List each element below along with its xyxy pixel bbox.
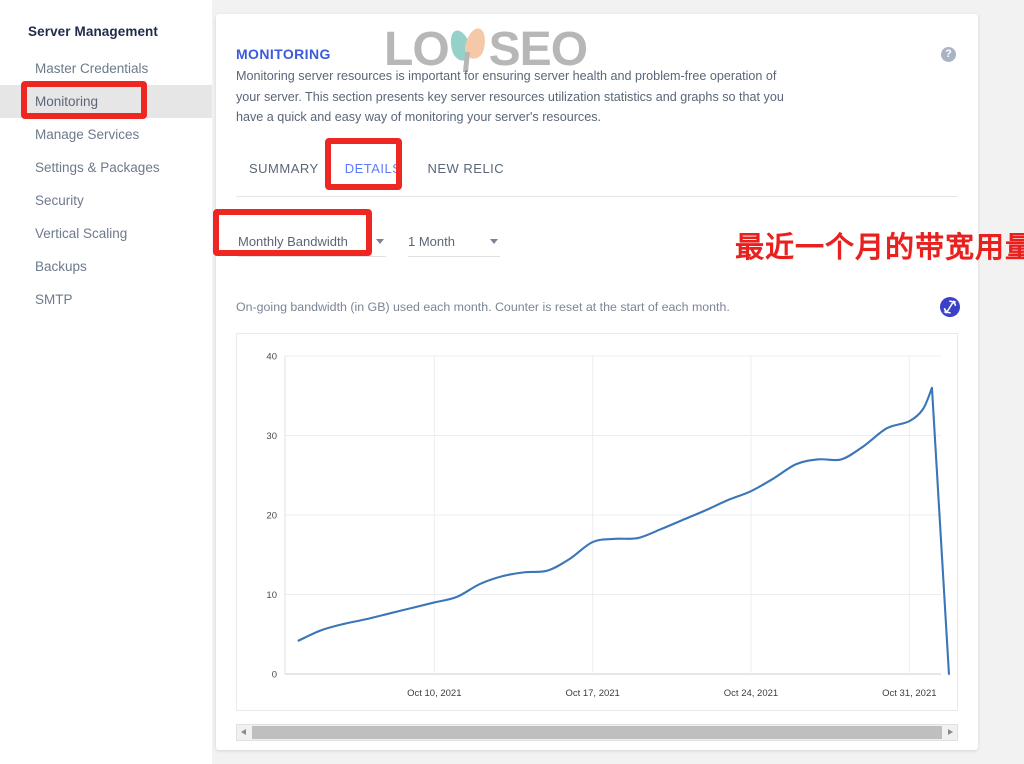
sidebar-item-manage-services[interactable]: Manage Services bbox=[0, 118, 212, 151]
tab-bar: SUMMARY DETAILS NEW RELIC bbox=[236, 154, 958, 197]
sidebar-item-label: Manage Services bbox=[35, 127, 140, 142]
sidebar-item-vertical-scaling[interactable]: Vertical Scaling bbox=[0, 217, 212, 250]
chart-x-axis-ticks: Oct 10, 2021 Oct 17, 2021 Oct 24, 2021 Oct … bbox=[407, 688, 936, 699]
tab-details[interactable]: DETAILS bbox=[332, 154, 415, 176]
tab-label: SUMMARY bbox=[249, 161, 319, 176]
monitoring-panel: MONITORING LO SEO ? Monitoring server re… bbox=[216, 14, 1024, 750]
sidebar-item-label: Settings & Packages bbox=[35, 160, 160, 175]
sidebar-item-label: SMTP bbox=[35, 292, 73, 307]
chart-gridlines bbox=[284, 355, 941, 675]
bandwidth-line-chart[interactable]: 0 10 20 30 40 Oct 10, 2021 Oct 17, 2021 Oct 24… bbox=[237, 334, 957, 710]
logo-petal-left bbox=[446, 27, 474, 64]
metric-select[interactable]: Monthly Bandwidth bbox=[238, 234, 386, 257]
sidebar-item-security[interactable]: Security bbox=[0, 184, 212, 217]
tab-label: NEW RELIC bbox=[427, 161, 505, 176]
scrollbar-thumb[interactable] bbox=[252, 726, 942, 739]
chevron-down-icon bbox=[376, 239, 384, 244]
chart-description: On-going bandwidth (in GB) used each mon… bbox=[236, 300, 730, 314]
page-title: MONITORING bbox=[236, 46, 331, 62]
svg-text:40: 40 bbox=[266, 352, 277, 363]
svg-text:10: 10 bbox=[266, 590, 277, 601]
svg-text:0: 0 bbox=[272, 670, 277, 681]
sidebar: Server Management Master Credentials Mon… bbox=[0, 0, 212, 764]
sidebar-item-label: Security bbox=[35, 193, 84, 208]
bandwidth-chart-card: 0 10 20 30 40 Oct 10, 2021 Oct 17, 2021 Oct 24… bbox=[236, 333, 958, 711]
sidebar-item-label: Backups bbox=[35, 259, 87, 274]
chevron-down-icon bbox=[490, 239, 498, 244]
svg-text:Oct 17, 2021: Oct 17, 2021 bbox=[565, 688, 619, 699]
svg-text:20: 20 bbox=[266, 511, 277, 522]
chart-y-axis-ticks: 0 10 20 30 40 bbox=[266, 352, 277, 681]
period-select[interactable]: 1 Month bbox=[408, 234, 500, 257]
chevron-left-icon[interactable] bbox=[237, 725, 252, 740]
annotation-note-chinese: 最近一个月的带宽用量累计值 bbox=[735, 230, 1024, 264]
panel-description: Monitoring server resources is important… bbox=[236, 69, 784, 124]
sidebar-item-backups[interactable]: Backups bbox=[0, 250, 212, 283]
metric-select-value: Monthly Bandwidth bbox=[238, 234, 348, 249]
sidebar-item-label: Vertical Scaling bbox=[35, 226, 128, 241]
chart-series-line bbox=[297, 386, 950, 676]
chart-horizontal-scrollbar[interactable] bbox=[236, 724, 958, 741]
tab-summary[interactable]: SUMMARY bbox=[236, 154, 332, 176]
tab-new-relic[interactable]: NEW RELIC bbox=[414, 154, 517, 176]
sidebar-item-settings-packages[interactable]: Settings & Packages bbox=[0, 151, 212, 184]
sidebar-nav-list: Master Credentials Monitoring Manage Ser… bbox=[0, 52, 212, 316]
svg-text:Oct 24, 2021: Oct 24, 2021 bbox=[724, 688, 778, 699]
sidebar-item-smtp[interactable]: SMTP bbox=[0, 283, 212, 316]
sidebar-item-label: Master Credentials bbox=[35, 61, 149, 76]
svg-text:Oct 10, 2021: Oct 10, 2021 bbox=[407, 688, 461, 699]
chevron-right-icon[interactable] bbox=[942, 725, 957, 740]
period-select-value: 1 Month bbox=[408, 234, 455, 249]
svg-text:30: 30 bbox=[266, 431, 277, 442]
help-circle-icon[interactable]: ? bbox=[941, 47, 956, 62]
sidebar-item-master-credentials[interactable]: Master Credentials bbox=[0, 52, 212, 85]
svg-text:Oct 31, 2021: Oct 31, 2021 bbox=[882, 688, 936, 699]
sidebar-item-monitoring[interactable]: Monitoring bbox=[0, 85, 212, 118]
tab-label: DETAILS bbox=[344, 161, 402, 176]
refresh-icon[interactable] bbox=[940, 297, 960, 317]
sidebar-item-label: Monitoring bbox=[35, 94, 99, 109]
logo-petal-right bbox=[462, 26, 489, 61]
sidebar-title: Server Management bbox=[28, 24, 159, 39]
